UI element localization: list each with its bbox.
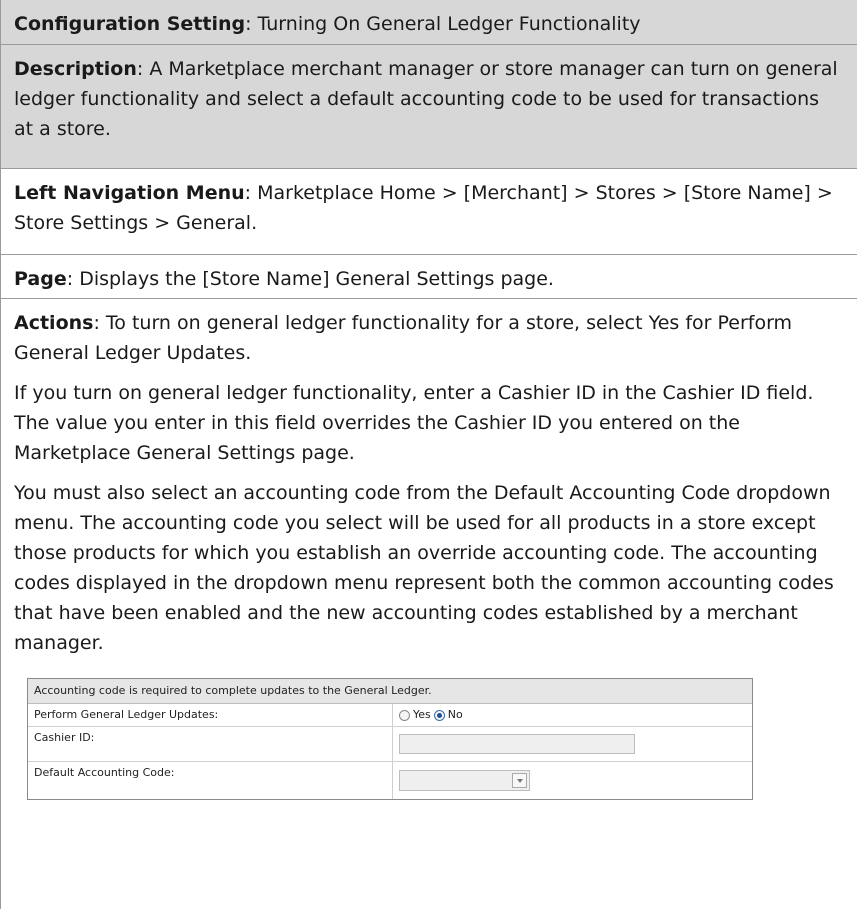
no-radio[interactable] [433, 709, 445, 721]
default-accounting-code-select[interactable] [399, 770, 530, 791]
left-nav-row: Left Navigation Menu: Marketplace Home >… [1, 169, 857, 255]
cashier-id-row: Cashier ID: [28, 727, 752, 762]
config-doc: Configuration Setting: Turning On Genera… [0, 0, 857, 909]
left-nav-label: Left Navigation Menu [14, 182, 245, 204]
description-row: Description: A Marketplace merchant mana… [1, 45, 857, 169]
actions-intro: Actions: To turn on general ledger funct… [14, 312, 793, 364]
config-setting-row: Configuration Setting: Turning On Genera… [1, 0, 857, 45]
screenshot-header: Accounting code is required to complete … [28, 679, 752, 704]
gl-updates-options: Yes No [393, 704, 752, 726]
no-radio-label: No [447, 708, 463, 721]
default-accounting-code-row: Default Accounting Code: [28, 762, 752, 799]
chevron-down-icon[interactable] [512, 773, 527, 788]
actions-text: To turn on general ledger functionality … [14, 312, 793, 364]
default-accounting-code-label: Default Accounting Code: [28, 762, 393, 799]
config-label: Configuration Setting [14, 13, 246, 35]
config-text: Turning On General Ledger Functionality [257, 13, 641, 35]
page-text: Displays the [Store Name] General Settin… [79, 268, 554, 290]
page-label: Page [14, 268, 67, 290]
cashier-id-input[interactable] [399, 734, 635, 754]
cashier-id-label: Cashier ID: [28, 727, 393, 761]
gl-updates-row: Perform General Ledger Updates: Yes No [28, 704, 752, 727]
actions-paragraph: If you turn on general ledger functional… [14, 382, 814, 464]
actions-paragraph: You must also select an accounting code … [14, 482, 834, 654]
description-label: Description [14, 58, 137, 80]
page-row: Page: Displays the [Store Name] General … [1, 255, 857, 299]
settings-screenshot: Accounting code is required to complete … [27, 678, 753, 800]
actions-label: Actions [14, 312, 94, 334]
yes-radio-label: Yes [413, 708, 431, 721]
description-text: A Marketplace merchant manager or store … [14, 58, 838, 140]
gl-updates-label: Perform General Ledger Updates: [28, 704, 393, 726]
actions-row: Actions: To turn on general ledger funct… [1, 299, 857, 800]
yes-radio[interactable] [399, 709, 410, 721]
